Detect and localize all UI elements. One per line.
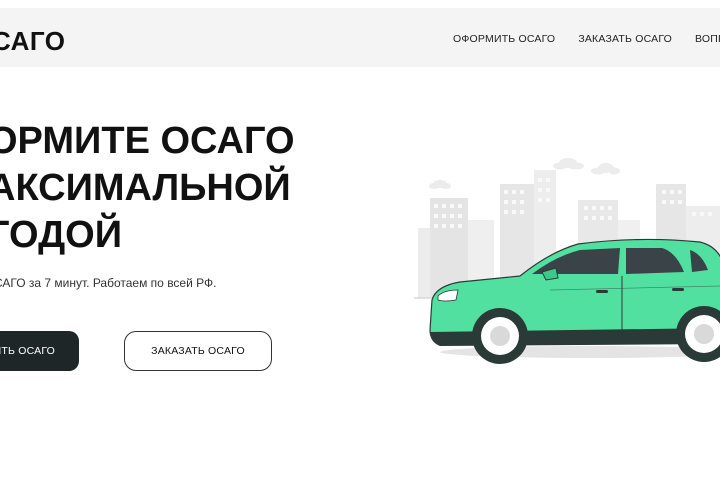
site-header: САГО ОФОРМИТЬ ОСАГО ЗАКАЗАТЬ ОСАГО ВОПР [0, 8, 720, 67]
oformit-osago-button[interactable]: ИТЬ ОСАГО [0, 331, 79, 371]
main-nav: ОФОРМИТЬ ОСАГО ЗАКАЗАТЬ ОСАГО ВОПР [453, 32, 720, 46]
nav-link-oformit[interactable]: ОФОРМИТЬ ОСАГО [453, 32, 555, 46]
nav-link-zakazat[interactable]: ЗАКАЗАТЬ ОСАГО [578, 32, 672, 46]
zakazat-osago-button-label: ЗАКАЗАТЬ ОСАГО [151, 345, 245, 357]
hero-title-line-3: ГОДОЙ [0, 214, 123, 256]
oformit-osago-button-label: ИТЬ ОСАГО [0, 345, 55, 357]
zakazat-osago-button[interactable]: ЗАКАЗАТЬ ОСАГО [124, 331, 272, 371]
page: САГО ОФОРМИТЬ ОСАГО ЗАКАЗАТЬ ОСАГО ВОПР … [0, 0, 720, 480]
hero-subtitle: САГО за 7 минут. Работаем по всей РФ. [0, 276, 217, 290]
nav-link-voprosy[interactable]: ВОПР [695, 32, 720, 46]
car-city-illustration-icon [414, 158, 720, 364]
hero-title-line-1: ОРМИТЕ ОСАГО [0, 120, 295, 162]
hero-title: ОРМИТЕ ОСАГО АКСИМАЛЬНОЙ ГОДОЙ [0, 118, 295, 259]
logo[interactable]: САГО [0, 28, 66, 54]
hero-title-line-2: АКСИМАЛЬНОЙ [0, 167, 291, 209]
